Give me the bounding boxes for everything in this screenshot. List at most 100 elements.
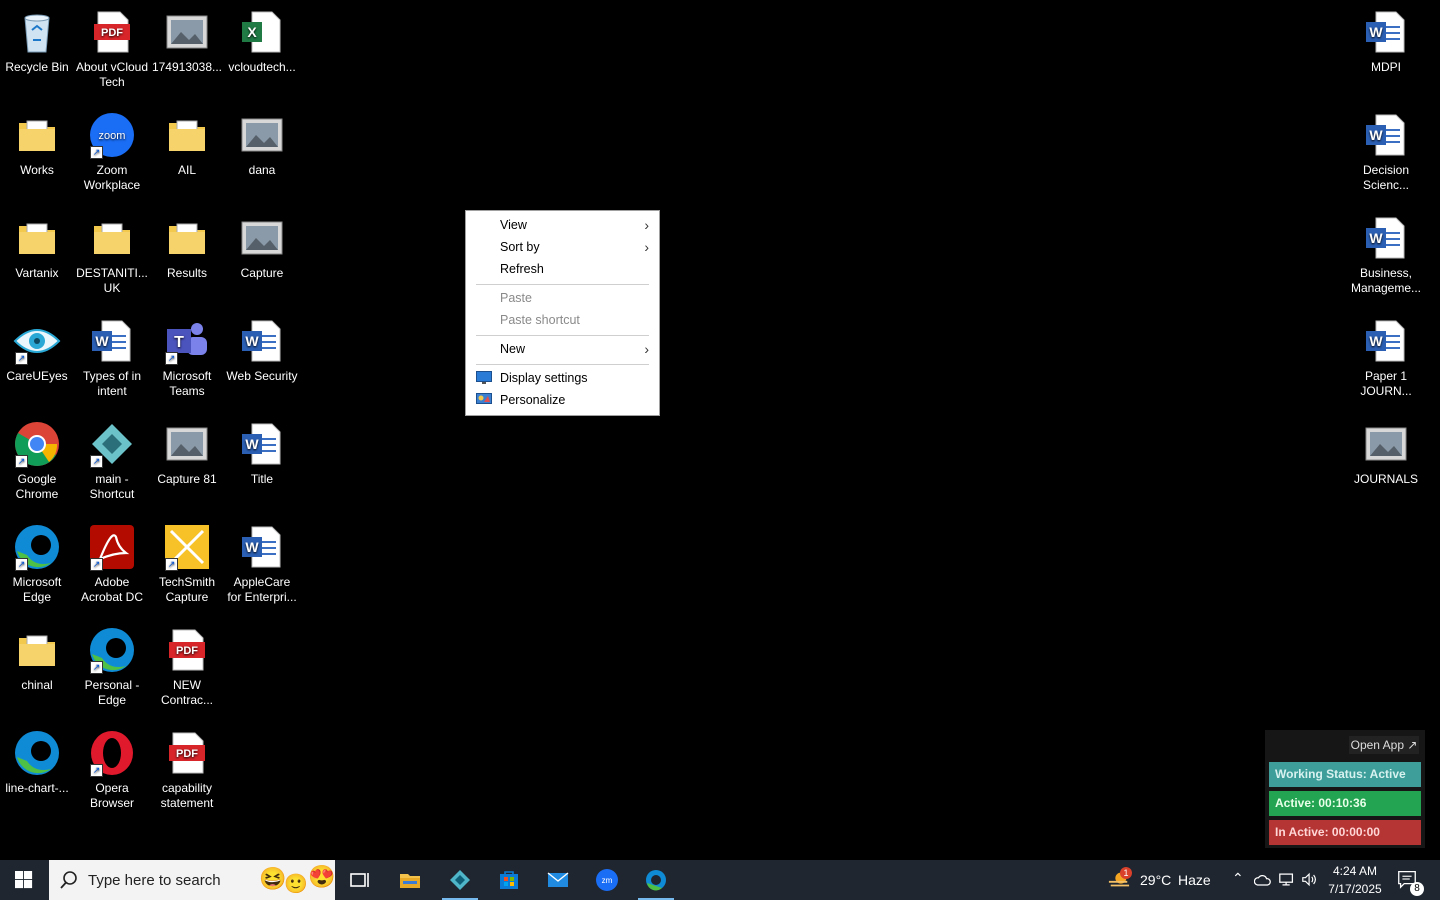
desktop-icon[interactable]: line-chart-...: [0, 721, 74, 796]
desktop-icon[interactable]: ↗ TechSmith Capture: [150, 515, 224, 605]
file-explorer-button[interactable]: [388, 860, 432, 900]
desktop-icon[interactable]: W Web Security: [225, 309, 299, 384]
desktop-icon[interactable]: W MDPI: [1349, 0, 1423, 75]
menu-item-label: New: [500, 342, 526, 356]
desktop-icon[interactable]: ↗ CareUEyes: [0, 309, 74, 384]
desktop-icon[interactable]: Xvcloudtech...: [225, 0, 299, 75]
desktop-icon[interactable]: W Business, Manageme...: [1349, 206, 1423, 296]
notification-center-button[interactable]: 8: [1396, 868, 1424, 896]
mail-icon: [547, 872, 569, 887]
shortcut-arrow-icon: ↗: [90, 455, 103, 468]
svg-text:W: W: [1369, 127, 1383, 143]
open-app-button[interactable]: Open App ↗: [1349, 736, 1419, 754]
desktop-icon[interactable]: W Paper 1 JOURN...: [1349, 309, 1423, 399]
menu-item-refresh[interactable]: Refresh: [466, 258, 659, 280]
desktop-icon-label: 174913038...: [151, 60, 223, 74]
menu-item-label: Sort by: [500, 240, 540, 254]
mail-button[interactable]: [536, 860, 580, 900]
desktop-icon[interactable]: DESTANITI... UK: [75, 206, 149, 296]
desktop-icon[interactable]: T ↗ Microsoft Teams: [150, 309, 224, 399]
onedrive-tray-icon[interactable]: [1253, 860, 1273, 900]
menu-item-new[interactable]: New ›: [466, 338, 659, 360]
network-tray-icon[interactable]: [1277, 860, 1297, 900]
cloud-icon: [1254, 875, 1271, 886]
desktop-icon[interactable]: Recycle Bin: [0, 0, 74, 75]
word-icon: W: [1362, 111, 1410, 159]
menu-item-label: View: [500, 218, 527, 232]
store-icon: [500, 871, 518, 889]
microsoft-store-button[interactable]: [487, 860, 531, 900]
folder-icon: [13, 626, 61, 674]
desktop-icon[interactable]: zoom ↗ Zoom Workplace: [75, 103, 149, 193]
app-main-button[interactable]: [438, 860, 482, 900]
desktop-icon-label: DESTANITI... UK: [76, 266, 148, 295]
svg-text:W: W: [245, 539, 259, 555]
desktop-icon-label: MDPI: [1371, 60, 1401, 74]
file-explorer-icon: [400, 874, 420, 888]
desktop-icon[interactable]: 174913038...: [150, 0, 224, 75]
desktop-icon-label: Personal - Edge: [84, 678, 140, 707]
shortcut-arrow-icon: ↗: [15, 558, 28, 571]
techsmith-icon: ↗: [163, 523, 211, 571]
desktop-icon[interactable]: W Title: [225, 412, 299, 487]
desktop-icon-label: Microsoft Edge: [12, 575, 62, 604]
desktop-icon-label: JOURNALS: [1353, 472, 1418, 486]
desktop-icon[interactable]: chinal: [0, 618, 74, 693]
desktop-icon[interactable]: ↗ Microsoft Edge: [0, 515, 74, 605]
desktop-icon[interactable]: PDF capability statement: [150, 721, 224, 811]
image-file-icon: [1362, 420, 1410, 468]
time-tracker-widget: Open App ↗ Working Status: Active Active…: [1265, 730, 1425, 848]
desktop-icon[interactable]: PDF About vCloud Tech: [75, 0, 149, 90]
menu-item-sort-by[interactable]: Sort by ›: [466, 236, 659, 258]
start-button[interactable]: [0, 860, 48, 900]
desktop-icon[interactable]: Capture: [225, 206, 299, 281]
taskbar-search-box[interactable]: Type here to search 😆 🙂 😍: [49, 860, 335, 900]
desktop-icon-label: Types of in intent: [82, 369, 142, 398]
desktop-icon-label: Decision Scienc...: [1362, 163, 1410, 192]
chevron-right-icon: ›: [644, 239, 649, 255]
weather-widget[interactable]: 1 29°C Haze: [1106, 860, 1216, 900]
zoom-button[interactable]: zm: [585, 860, 629, 900]
word-icon: W: [1362, 214, 1410, 262]
desktop-icon[interactable]: ↗ Adobe Acrobat DC: [75, 515, 149, 605]
menu-item-personalize[interactable]: Personalize: [466, 389, 659, 411]
desktop-icon[interactable]: Results: [150, 206, 224, 281]
shortcut-arrow-icon: ↗: [90, 558, 103, 571]
show-hidden-icons-button[interactable]: ⌃: [1228, 860, 1248, 900]
notification-count-badge: 8: [1410, 882, 1424, 896]
emoji-laughing-icon: 😆: [259, 866, 287, 891]
desktop-icon[interactable]: PDF NEW Contrac...: [150, 618, 224, 708]
menu-item-display-settings[interactable]: Display settings: [466, 367, 659, 389]
desktop-icon[interactable]: ↗ main - Shortcut: [75, 412, 149, 502]
desktop-icon[interactable]: ↗ Google Chrome: [0, 412, 74, 502]
desktop-icon-label: chinal: [21, 678, 53, 692]
desktop-icon[interactable]: W AppleCare for Enterpri...: [225, 515, 299, 605]
image-file-icon: [238, 111, 286, 159]
desktop-icon[interactable]: W Decision Scienc...: [1349, 103, 1423, 193]
word-icon: W: [88, 317, 136, 365]
svg-text:zoom: zoom: [99, 130, 126, 142]
desktop-icon-label: Recycle Bin: [5, 60, 69, 74]
desktop-icon[interactable]: Capture 81: [150, 412, 224, 487]
pdf-icon: PDF: [163, 729, 211, 777]
desktop-icon[interactable]: ↗ Personal - Edge: [75, 618, 149, 708]
desktop-icon[interactable]: Works: [0, 103, 74, 178]
desktop-icon[interactable]: W Types of in intent: [75, 309, 149, 399]
desktop-icon[interactable]: AIL: [150, 103, 224, 178]
volume-tray-icon[interactable]: [1300, 860, 1320, 900]
shortcut-arrow-icon: ↗: [90, 764, 103, 777]
svg-text:PDF: PDF: [176, 748, 198, 760]
desktop-icon[interactable]: Vartanix: [0, 206, 74, 281]
menu-item-view[interactable]: View ›: [466, 214, 659, 236]
task-view-button[interactable]: [338, 860, 382, 900]
menu-divider: [476, 364, 649, 365]
edge-button[interactable]: [634, 860, 678, 900]
desktop-icon-label: Capture 81: [157, 472, 217, 486]
opera-icon: ↗: [88, 729, 136, 777]
desktop-icon[interactable]: JOURNALS: [1349, 412, 1423, 487]
desktop-icon[interactable]: ↗ Opera Browser: [75, 721, 149, 811]
desktop-icon[interactable]: dana: [225, 103, 299, 178]
svg-text:W: W: [95, 333, 109, 349]
word-icon: W: [238, 317, 286, 365]
system-clock[interactable]: 4:24 AM 7/17/2025: [1320, 862, 1390, 898]
